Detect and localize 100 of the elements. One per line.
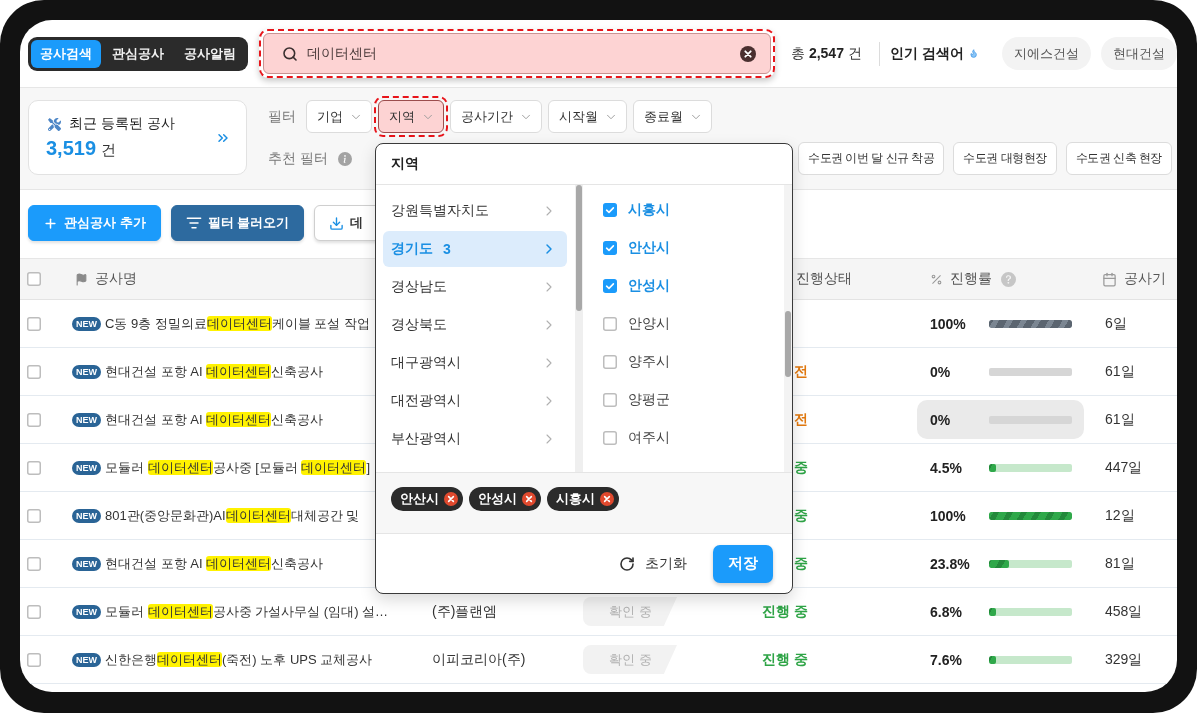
checkbox[interactable] <box>603 279 617 293</box>
filter-label: 추천 필터 <box>268 149 328 168</box>
project-name[interactable]: 현대건설 포항 AI 데이터센터 신축공사 <box>105 410 324 429</box>
keyword-chip[interactable]: 지에스건설 <box>1002 37 1091 70</box>
progress-percent: 100% <box>930 507 967 524</box>
checkbox[interactable] <box>603 431 617 445</box>
download-icon <box>329 215 345 231</box>
checkbox[interactable] <box>27 460 41 475</box>
progress-status: 중 <box>794 554 808 573</box>
recent-count: 3,519 <box>46 137 97 160</box>
checkbox[interactable] <box>27 316 41 331</box>
progress-percent: 23.8% <box>930 555 971 572</box>
scrollbar[interactable] <box>575 185 583 472</box>
checkbox[interactable] <box>603 355 617 369</box>
progress-percent: 0% <box>930 363 952 380</box>
province-item[interactable]: 대구광역시 <box>383 345 567 381</box>
new-badge: NEW <box>72 652 101 667</box>
checkbox[interactable] <box>603 317 617 331</box>
filter-dropdown[interactable]: 공사기간 <box>450 100 542 133</box>
duration-text: 6일 <box>1105 314 1127 333</box>
filter-dropdown[interactable]: 시작월 <box>548 100 627 133</box>
column-header: 공사기 <box>1124 270 1166 288</box>
filter-dropdown[interactable]: 종료월 <box>633 100 712 133</box>
recommended-filter-chip[interactable]: 수도권 대형현장 <box>953 142 1057 175</box>
search-field[interactable]: 데이터센터 <box>263 33 771 74</box>
reset-button[interactable]: 초기화 <box>619 554 687 573</box>
progress-percent: 6.8% <box>930 603 963 620</box>
duration-text: 61일 <box>1105 410 1135 429</box>
province-item[interactable]: 경상북도 <box>383 307 567 343</box>
city-label[interactable]: 여주시 <box>628 429 670 447</box>
progress-status: 진행 중 <box>762 602 808 621</box>
filter-label: 필터 <box>268 107 296 126</box>
progress-percent: 100% <box>930 315 967 332</box>
new-badge: NEW <box>72 460 101 475</box>
scrollbar[interactable] <box>784 185 792 472</box>
tag-label: 시흥시 <box>556 490 595 508</box>
checkbox[interactable] <box>27 604 41 619</box>
help-icon[interactable] <box>1001 271 1016 287</box>
project-name[interactable]: 현대건설 포항 AI 데이터센터 신축공사 <box>105 362 324 381</box>
progress-status: 전 <box>794 410 808 429</box>
filter-icon <box>185 215 202 231</box>
popular-searches-label: 인기 검색어 <box>889 44 964 63</box>
checkbox[interactable] <box>603 203 617 217</box>
duration-text: 329일 <box>1105 650 1143 669</box>
duration-text: 12일 <box>1105 506 1135 525</box>
checkbox[interactable] <box>603 393 617 407</box>
project-name[interactable]: C동 9층 정밀의료데이터센터 케이블 포설 작업 <box>105 314 371 333</box>
province-item[interactable]: 경상남도 <box>383 269 567 305</box>
project-name[interactable]: 모듈러 데이터센터 공사중 가설사무실 (임대) 설… <box>105 602 389 621</box>
city-label[interactable]: 양주시 <box>628 353 670 371</box>
percent-icon <box>930 272 943 286</box>
province-item[interactable]: 부산광역시 <box>383 421 567 457</box>
filter-dropdown[interactable]: 지역 <box>378 100 444 133</box>
project-name[interactable]: 801관(중앙문화관)AI데이터센터대체공간 및 <box>105 506 360 525</box>
province-item[interactable]: 대전광역시 <box>383 383 567 419</box>
remove-icon[interactable] <box>600 492 614 506</box>
flame-icon <box>968 46 978 61</box>
column-header: 진행률 <box>950 270 992 288</box>
review-status-tag: 확인 중 <box>583 645 677 674</box>
search-icon <box>282 45 298 62</box>
progress-status: 중 <box>794 458 808 477</box>
company-name: 이피코리아(주) <box>432 650 526 669</box>
tag-label: 안성시 <box>478 490 517 508</box>
checkbox[interactable] <box>27 556 41 571</box>
load-filter-button[interactable]: 필터 불러오기 <box>170 205 305 241</box>
recommended-filter-chip[interactable]: 수도권 이번 달 신규 착공 <box>798 142 945 175</box>
plus-icon <box>43 215 58 231</box>
remove-icon[interactable] <box>444 492 458 506</box>
new-badge: NEW <box>72 604 101 619</box>
filter-dropdown[interactable]: 기업 <box>306 100 372 133</box>
nav-tab[interactable]: 공사알림 <box>175 39 245 68</box>
calendar-icon <box>1102 271 1117 287</box>
card-title: 최근 등록된 공사 <box>69 115 175 133</box>
recommended-filter-chip[interactable]: 수도권 신축 현장 <box>1065 142 1172 175</box>
checkbox[interactable] <box>27 412 41 427</box>
remove-icon[interactable] <box>522 492 536 506</box>
clear-icon[interactable] <box>740 45 756 62</box>
progress-status: 진행 중 <box>762 650 808 669</box>
progress-status: 중 <box>794 506 808 525</box>
info-icon <box>337 151 352 166</box>
nav-tab[interactable]: 관심공사 <box>103 39 173 68</box>
checkbox[interactable] <box>603 241 617 255</box>
duration-text: 61일 <box>1105 362 1135 381</box>
new-badge: NEW <box>72 508 101 523</box>
checkbox[interactable] <box>27 508 41 523</box>
result-count: 총 2,547 건 <box>791 44 862 63</box>
project-name[interactable]: 신한은행데이터센터(죽전) 노후 UPS 교체공사 <box>105 650 373 669</box>
checkbox[interactable] <box>27 652 41 667</box>
city-label[interactable]: 안양시 <box>628 315 670 333</box>
city-label[interactable]: 양평군 <box>628 391 670 409</box>
dropdown-title: 지역 <box>376 144 792 185</box>
refresh-icon <box>619 555 635 572</box>
progress-percent: 0% <box>930 411 952 428</box>
checkbox[interactable] <box>27 272 41 286</box>
count-unit: 건 <box>101 141 117 160</box>
checkbox[interactable] <box>27 364 41 379</box>
project-name[interactable]: 현대건설 포항 AI 데이터센터 신축공사 <box>105 554 324 573</box>
duration-text: 81일 <box>1105 554 1135 573</box>
new-badge: NEW <box>72 556 101 571</box>
keyword-chip[interactable]: 현대건설 <box>1101 37 1177 70</box>
